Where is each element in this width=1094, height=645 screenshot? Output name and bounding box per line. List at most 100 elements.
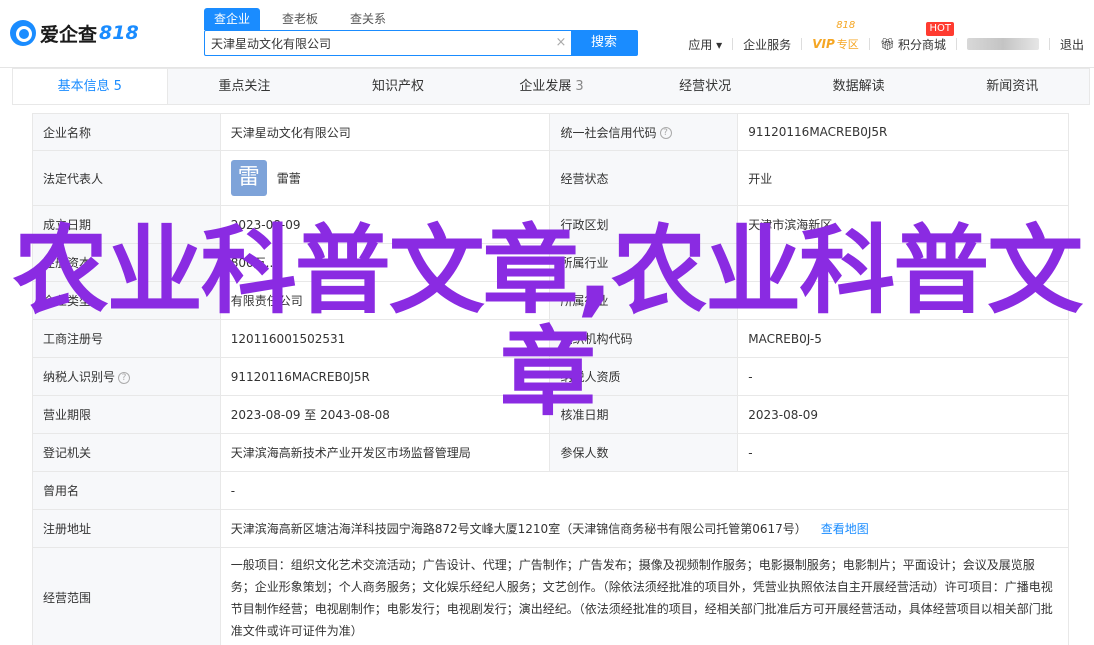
user-name[interactable] [957,38,1049,50]
user-name-blurred [966,38,1039,50]
founded-value: 2023-08-09 [219,205,551,244]
tab-basic-info[interactable]: 基本信息 5 [13,69,168,104]
tab-label: 经营状况 [679,79,732,94]
vip-label: VIP [812,37,835,51]
industry-label: 所属行业 [549,243,739,282]
authority-label: 登记机关 [32,433,221,472]
tab-operations[interactable]: 经营状况 [628,69,782,104]
tab-label: 知识产权 [371,79,424,94]
org-code-label: 组织机构代码 [549,319,739,358]
status-value: 开业 [737,150,1069,206]
insured-value: - [737,433,1069,472]
table-row: 经营范围 一般项目：组织文化艺术交流活动；广告设计、代理；广告制作；广告发布；摄… [32,547,1070,645]
credit-code-label-text: 统一社会信用代码 [560,125,657,140]
term-value: 2023-08-09 至 2043-08-08 [219,395,551,434]
tab-search-company[interactable]: 查企业 [204,8,261,30]
nav-vip[interactable]: 818 VIP 专区 [802,20,869,52]
reg-no-value: 120116001502531 [219,319,551,358]
taxpayer-value: 91120116MACREB0J5R [219,357,551,396]
table-row: 注册资本 800万... 所属行业 [32,243,1069,282]
approve-label: 核准日期 [549,395,739,434]
org-code-value: MACREB0J-5 [737,319,1069,358]
table-row: 纳税人识别号? 91120116MACREB0J5R 纳税人资质 - [32,357,1069,396]
credit-code-value: 91120116MACREB0J5R [737,113,1069,151]
former-name-label: 曾用名 [32,471,221,510]
company-name-value: 天津星动文化有限公司 [219,113,551,151]
gift-icon: 🎁︎ [879,37,895,51]
logo-num: 818 [99,22,139,44]
tab-key-focus[interactable]: 重点关注 [168,69,322,104]
top-nav: 应用 ▾ 企业服务 818 VIP 专区 🎁︎ 积分商城 HOT 退出 [678,20,1094,53]
tab-news[interactable]: 新闻资讯 [935,69,1089,104]
table-row: 成立日期 2023-08-09 行政区划 天津市滨海新区 [32,205,1069,244]
district-value: 天津市滨海新区 [737,205,1069,244]
legal-rep-label: 法定代表人 [32,150,221,206]
tab-search-relation[interactable]: 查关系 [340,8,396,30]
nav-app-label: 应用 ▾ [688,37,723,52]
legal-rep-cell: 雷雷蕾 [219,150,551,206]
type-value: 有限责任公司 [219,281,551,320]
table-row: 法定代表人 雷雷蕾 经营状态 开业 [32,150,1069,206]
taxpayer-label-text: 纳税人识别号 [43,370,116,384]
reg-no-label: 工商注册号 [32,319,221,358]
tab-data-insight[interactable]: 数据解读 [782,69,936,104]
top-header: 爱企查 818 查企业 查老板 查关系 × 搜索 应用 ▾ 企业服务 818 V… [0,0,1094,68]
taxpayer-qual-value: - [737,357,1069,396]
tab-development[interactable]: 企业发展 3 [475,69,629,104]
search-tabs: 查企业 查老板 查关系 [204,8,408,30]
tab-label: 数据解读 [832,79,885,94]
view-map-link[interactable]: 查看地图 [821,522,869,536]
nav-points-label: 积分商城 [897,37,946,52]
legal-rep-name[interactable]: 雷蕾 [277,172,301,186]
logo-icon [10,20,36,46]
scope-label: 经营范围 [32,547,221,645]
logo[interactable]: 爱企查 818 [10,18,139,48]
scope-value: 一般项目：组织文化艺术交流活动；广告设计、代理；广告制作；广告发布；摄像及视频制… [219,547,1070,645]
tab-count: 5 [113,79,122,94]
table-row: 企业类型 有限责任公司 所属行业 [32,281,1069,320]
nav-service[interactable]: 企业服务 [733,36,801,53]
search-input[interactable] [205,31,551,55]
district-label: 行政区划 [549,205,739,244]
table-row: 登记机关 天津滨海高新技术产业开发区市场监督管理局 参保人数 - [32,433,1069,472]
tab-ip[interactable]: 知识产权 [321,69,475,104]
tab-label: 重点关注 [218,79,271,94]
capital-value: 800万... [219,243,551,282]
industry-value [737,243,1069,282]
tab-label: 新闻资讯 [986,79,1039,94]
tab-search-boss[interactable]: 查老板 [272,8,328,30]
nav-logout[interactable]: 退出 [1050,36,1094,53]
section-tabs: 基本信息 5 重点关注 知识产权 企业发展 3 经营状况 数据解读 新闻资讯 [12,68,1090,105]
table-row: 曾用名 - [32,471,1070,510]
table-row: 营业期限 2023-08-09 至 2043-08-08 核准日期 2023-0… [32,395,1069,434]
clear-icon[interactable]: × [551,31,571,55]
industry2-value [737,281,1069,320]
credit-code-label: 统一社会信用代码? [549,113,739,151]
authority-value: 天津滨海高新技术产业开发区市场监督管理局 [219,433,551,472]
help-icon[interactable]: ? [118,371,131,384]
former-name-value: - [219,471,1070,510]
approve-value: 2023-08-09 [737,395,1069,434]
vip-818-tag: 818 [836,20,856,31]
help-icon[interactable]: ? [659,127,672,139]
nav-points[interactable]: 🎁︎ 积分商城 HOT [870,21,956,53]
company-info-table: 企业名称 天津星动文化有限公司 统一社会信用代码? 91120116MACREB… [32,113,1070,645]
table-row: 工商注册号 120116001502531 组织机构代码 MACREB0J-5 [32,319,1069,358]
taxpayer-label: 纳税人识别号? [32,357,221,396]
taxpayer-qual-label: 纳税人资质 [549,357,739,396]
vip-sub-label: 专区 [836,38,859,51]
founded-label: 成立日期 [32,205,221,244]
industry2-label: 所属行业 [549,281,739,320]
insured-label: 参保人数 [549,433,739,472]
search-box: × 搜索 [204,30,638,56]
search-button[interactable]: 搜索 [571,31,637,55]
company-name-label: 企业名称 [32,113,221,151]
address-cell: 天津滨海高新区塘沽海洋科技园宁海路872号文峰大厦1210室（天津锦信商务秘书有… [219,509,1070,548]
tab-count: 3 [575,79,584,94]
avatar[interactable]: 雷 [230,160,267,196]
nav-logout-label: 退出 [1059,37,1084,52]
table-row: 注册地址 天津滨海高新区塘沽海洋科技园宁海路872号文峰大厦1210室（天津锦信… [32,509,1070,548]
logo-text: 爱企查 [40,23,98,46]
nav-app[interactable]: 应用 ▾ [678,36,732,53]
address-label: 注册地址 [32,509,221,548]
